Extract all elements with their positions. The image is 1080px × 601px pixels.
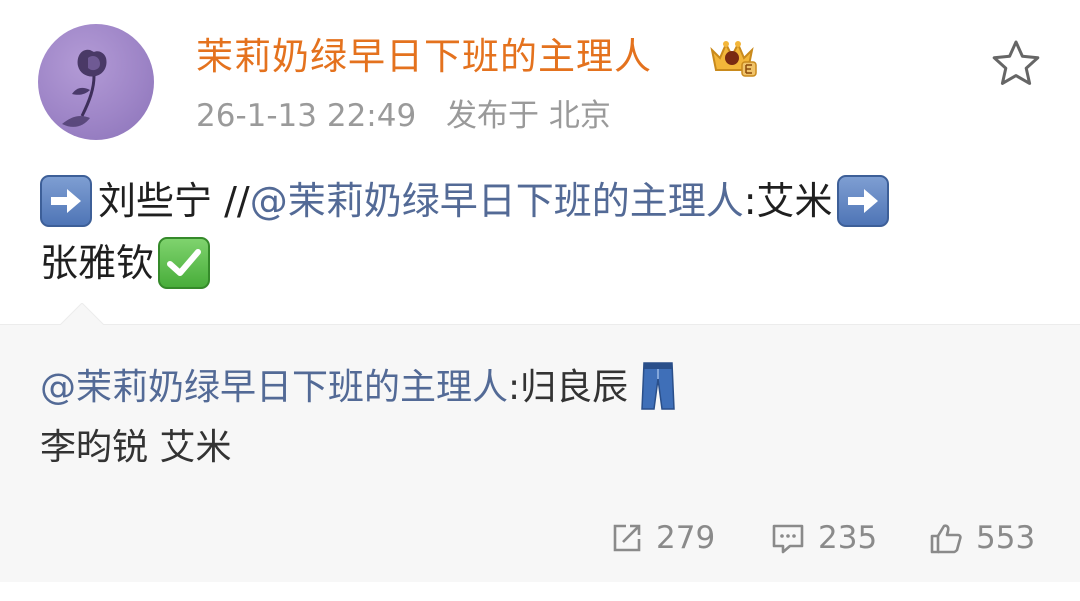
- post-content-line-1: 刘些宁 // @茉莉奶绿早日下班的主理人 :艾米: [40, 170, 1050, 232]
- repost-button[interactable]: 279: [610, 512, 715, 564]
- vip-crown-badge-icon[interactable]: [706, 36, 758, 78]
- repost-text: :归良辰: [508, 367, 629, 408]
- repost-content: @茉莉奶绿早日下班的主理人:归良辰 李昀锐 艾米: [40, 358, 678, 478]
- jeans-emoji-icon: [641, 362, 675, 410]
- post-text: 刘些宁 //: [98, 179, 250, 223]
- action-bar: 279 235 553: [0, 512, 1080, 564]
- post-text: :艾米: [743, 179, 833, 223]
- comment-icon: [772, 524, 804, 554]
- mention-link[interactable]: @茉莉奶绿早日下班的主理人: [250, 170, 744, 232]
- rose-avatar-icon: [62, 49, 107, 127]
- repost-pointer: [60, 303, 104, 325]
- post-content: 刘些宁 // @茉莉奶绿早日下班的主理人 :艾米 张雅钦: [40, 170, 1050, 294]
- right-arrow-emoji-icon: [836, 175, 889, 227]
- repost-mention-link[interactable]: @茉莉奶绿早日下班的主理人: [40, 367, 508, 408]
- comment-count: 235: [818, 520, 878, 556]
- repost-count: 279: [656, 520, 716, 556]
- repost-line-1: @茉莉奶绿早日下班的主理人:归良辰: [40, 358, 678, 418]
- post-location: 北京: [548, 98, 611, 134]
- repost-icon: [613, 524, 641, 552]
- like-button[interactable]: 553: [928, 512, 1035, 564]
- comment-button[interactable]: 235: [770, 512, 877, 564]
- avatar[interactable]: [38, 24, 154, 140]
- post-timestamp: 26-1-13 22:49: [196, 98, 417, 134]
- favorite-star-icon[interactable]: [988, 36, 1044, 92]
- repost-line-2: 李昀锐 艾米: [40, 427, 232, 468]
- post-location-prefix: 发布于: [446, 98, 540, 134]
- post-meta: 26-1-13 22:49 发布于 北京: [196, 96, 611, 136]
- right-arrow-emoji-icon: [40, 175, 92, 227]
- weibo-post: 茉莉奶绿早日下班的主理人 26-1-13 22:49 发布于 北京 刘些宁 //…: [0, 0, 1080, 601]
- like-count: 553: [976, 520, 1036, 556]
- check-mark-emoji-icon: [158, 237, 211, 289]
- username[interactable]: 茉莉奶绿早日下班的主理人: [196, 34, 652, 80]
- thumbs-up-icon: [930, 524, 962, 554]
- post-text: 张雅钦: [40, 241, 155, 285]
- post-divider: [0, 582, 1080, 601]
- post-content-line-2: 张雅钦: [40, 232, 1050, 294]
